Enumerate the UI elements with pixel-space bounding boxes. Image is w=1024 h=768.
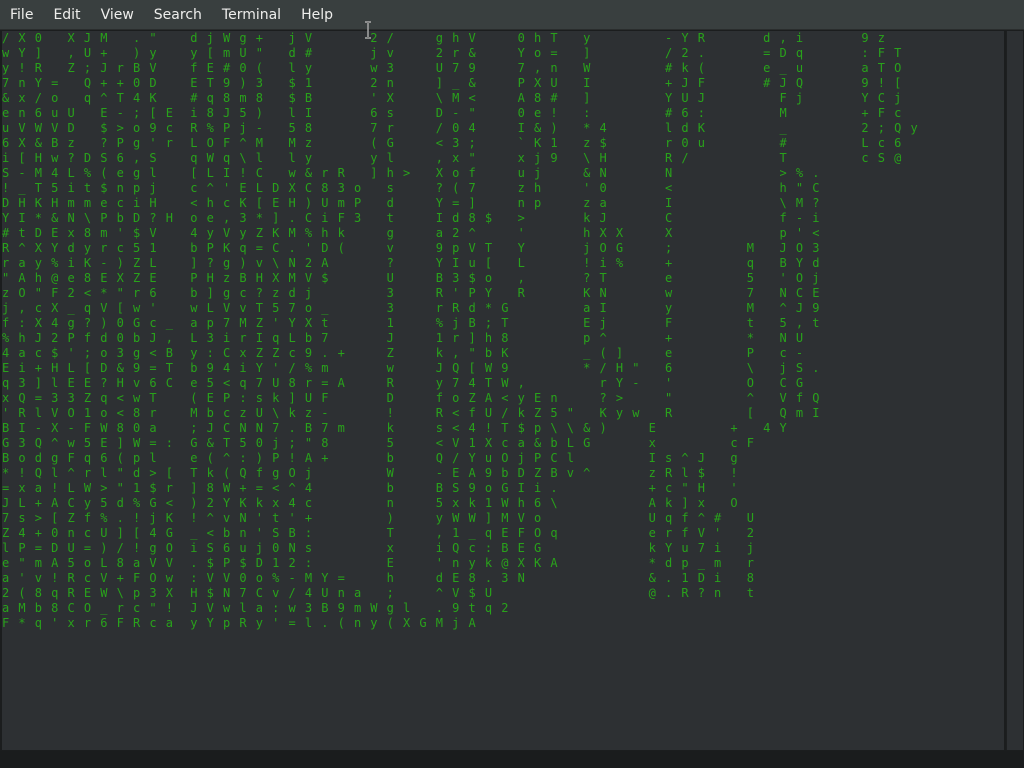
terminal-view[interactable]: / X 0 X J M . " d j W g + j V 2 / g h V …: [2, 31, 1004, 750]
terminal-line: a M b 8 C O _ r c " ! J V w l a : w 3 B …: [2, 601, 510, 615]
matrix-rain-output: / X 0 X J M . " d j W g + j V 2 / g h V …: [2, 31, 919, 631]
window-bottom-edge: [0, 751, 1024, 768]
terminal-line: r a y % i K - ) Z L ] ? g ) v \ N 2 A ? …: [2, 256, 821, 270]
terminal-line: # t D E x 8 m ' $ V 4 y V y Z K M % h k …: [2, 226, 821, 240]
terminal-window: File Edit View Search Terminal Help / X …: [0, 0, 1024, 768]
terminal-area: / X 0 X J M . " d j W g + j V 2 / g h V …: [0, 30, 1024, 768]
text-cursor-icon: [365, 21, 371, 39]
menubar: File Edit View Search Terminal Help: [0, 0, 1024, 30]
terminal-line: S - M 4 L % ( e g l [ L I ! C w & r R ] …: [2, 166, 821, 180]
terminal-line: 2 ( 8 q R E W \ p 3 X H $ N 7 C v / 4 U …: [2, 586, 755, 600]
terminal-line: i [ H w ? D S 6 , S q W q \ l l y y l , …: [2, 151, 903, 165]
terminal-line: f : X 4 g ? ) 0 G c _ a p 7 M Z ' Y X t …: [2, 316, 821, 330]
terminal-line: x Q = 3 3 Z q < w T ( E P : s k ] U F D …: [2, 391, 821, 405]
menu-edit[interactable]: Edit: [43, 0, 90, 30]
terminal-line: e n 6 u U E - ; [ E i 8 J 5 ) l I 6 s D …: [2, 106, 903, 120]
terminal-line: % h J 2 P f d 0 b J , L 3 i r I q L b 7 …: [2, 331, 805, 345]
terminal-line: 7 s > [ Z f % . ! j K ! ^ v N ' t ' + ) …: [2, 511, 755, 525]
terminal-line: F * q ' x r 6 F R c a y Y p R y ' = l . …: [2, 616, 477, 630]
terminal-line: E i + H L [ D & 9 = T b 9 4 i Y ' / % m …: [2, 361, 821, 375]
terminal-line: z O " F 2 < * " r 6 b ] g c ? z d j 3 R …: [2, 286, 821, 300]
terminal-line: 7 n Y = Q + + 0 D E T 9 ) 3 $ 1 2 n ] _ …: [2, 76, 903, 90]
terminal-line: & x / o q ^ T 4 K # q 8 m 8 $ B ' X \ M …: [2, 91, 903, 105]
terminal-line: 6 X & B z ? P g ' r L O F ^ M M z ( G < …: [2, 136, 903, 150]
terminal-line: w Y ] , U + ) y y [ m U " d # j v 2 r & …: [2, 46, 903, 60]
terminal-line: l P = D U = ) / ! g O i S 6 u j 0 N s x …: [2, 541, 755, 555]
terminal-line: Z 4 + 0 n c U ] [ 4 G _ < b n ' S B : T …: [2, 526, 755, 540]
terminal-line: B I - X - F W 8 0 a ; J C N N 7 . B 7 m …: [2, 421, 788, 435]
terminal-line: R ^ X Y d y r c 5 1 b P K q = C . ' D ( …: [2, 241, 821, 255]
menu-view[interactable]: View: [91, 0, 144, 30]
menu-file[interactable]: File: [0, 0, 43, 30]
terminal-line: j , c X _ q V [ w ' w L V v T 5 7 o _ 3 …: [2, 301, 821, 315]
terminal-line: y ! R Z ; J r B V f E # 0 ( l y w 3 U 7 …: [2, 61, 903, 75]
terminal-line: = x a ! L W > " 1 $ r ] 8 W + = < ^ 4 b …: [2, 481, 739, 495]
terminal-line: 4 a c $ ' ; o 3 g < B y : C x Z Z c 9 . …: [2, 346, 805, 360]
terminal-line: J L + A C y 5 d % G < ) 2 Y K k x 4 c n …: [2, 496, 739, 510]
terminal-scrollbar[interactable]: [1006, 31, 1023, 750]
terminal-line: ' R l V O 1 o < 8 r M b c z U \ k z - ! …: [2, 406, 821, 420]
terminal-line: G 3 Q ^ w 5 E ] W = : G & T 5 0 j ; " 8 …: [2, 436, 755, 450]
terminal-line: D H K H m m e c i H < h c K [ E H ) U m …: [2, 196, 821, 210]
terminal-line: B o d g F q 6 ( p l e ( ^ : ) P ! A + b …: [2, 451, 739, 465]
terminal-line: ! _ T 5 i t $ n p j c ^ ' E L D X C 8 3 …: [2, 181, 821, 195]
menu-terminal[interactable]: Terminal: [212, 0, 291, 30]
terminal-line: q 3 ] l E E ? H v 6 C e 5 < q 7 U 8 r = …: [2, 376, 805, 390]
terminal-line: Y I * & N \ P b D ? H o e , 3 * ] . C i …: [2, 211, 821, 225]
menu-help[interactable]: Help: [291, 0, 343, 30]
terminal-line: * ! Q l ^ r l " d > [ T k ( Q f g O j W …: [2, 466, 739, 480]
menu-search[interactable]: Search: [144, 0, 212, 30]
terminal-line: a ' v ! R c V + F O w : V V 0 o % - M Y …: [2, 571, 755, 585]
terminal-line: u V W V D $ > o 9 c R % P j - 5 8 7 r / …: [2, 121, 919, 135]
terminal-line: e " m A 5 o L 8 a V V . $ P $ D 1 2 : E …: [2, 556, 755, 570]
terminal-line: " A h @ e 8 E X Z E P H z B H X M V $ U …: [2, 271, 821, 285]
terminal-line: / X 0 X J M . " d j W g + j V 2 / g h V …: [2, 31, 886, 45]
